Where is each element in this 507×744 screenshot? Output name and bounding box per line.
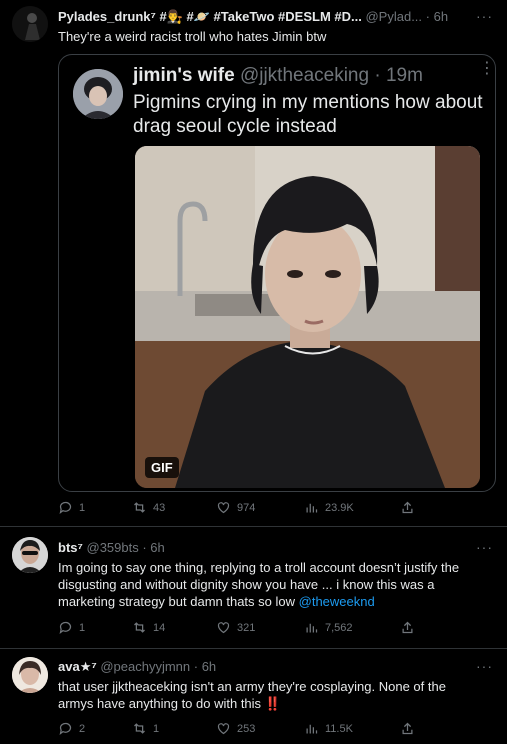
views-button[interactable]: 23.9K <box>304 500 354 515</box>
reply-count: 1 <box>79 501 86 514</box>
tweet-pylades[interactable]: Pylades_drunk⁷ #👨‍⚖️ #🪐 #TakeTwo #DESLM … <box>0 0 507 524</box>
retweet-button[interactable]: 43 <box>132 500 165 515</box>
tweet-text: Im going to say one thing, replying to a… <box>58 559 459 610</box>
retweet-icon <box>134 622 145 633</box>
like-count: 321 <box>237 621 256 634</box>
tweet-header: ava★⁷ @peachyyjmnn · 6h <box>58 659 216 675</box>
tweet-header: Pylades_drunk⁷ #👨‍⚖️ #🪐 #TakeTwo #DESLM … <box>58 9 448 25</box>
share-button[interactable] <box>400 721 415 736</box>
mention-link[interactable]: @theweeknd <box>299 594 375 609</box>
avatar[interactable] <box>12 657 48 693</box>
reply-button[interactable]: 1 <box>58 500 85 515</box>
tweet-text-line: Im going to say one thing, replying to a… <box>58 560 460 575</box>
avatar-portrait-icon <box>12 657 48 693</box>
tweet-text-line: disgusting and without dignity show you … <box>58 577 435 592</box>
handle[interactable]: @peachyyjmnn <box>100 659 190 674</box>
quoted-display-name[interactable]: jimin's wife <box>133 65 235 86</box>
tweet-ava[interactable]: ava★⁷ @peachyyjmnn · 6h ··· that user jj… <box>0 649 507 744</box>
heart-icon <box>217 622 230 634</box>
gif-badge: GIF <box>145 457 179 478</box>
tweet-bts[interactable]: bts⁷ @359bts · 6h ··· Im going to say on… <box>0 527 507 647</box>
tweet-text-segment: armys have anything to do with this <box>58 696 262 711</box>
heart-icon <box>217 723 230 735</box>
retweet-icon <box>134 502 145 513</box>
tweet-header: bts⁷ @359bts · 6h <box>58 540 165 555</box>
tweet-text: They're a weird racist troll who hates J… <box>58 29 327 44</box>
tweet-text-line: that user jjktheaceking isn't an army th… <box>58 679 446 694</box>
retweet-button[interactable]: 14 <box>132 620 165 635</box>
reply-button[interactable]: 2 <box>58 721 85 736</box>
tweet-text: that user jjktheaceking isn't an army th… <box>58 678 446 712</box>
avatar[interactable] <box>12 6 48 42</box>
views-button[interactable]: 11.5K <box>304 721 353 736</box>
tweet-text-segment: marketing strategy but damn thats so low <box>58 594 296 609</box>
view-count: 23.9K <box>325 501 354 514</box>
views-button[interactable]: 7,562 <box>304 620 353 635</box>
more-options-icon[interactable]: ··· <box>476 8 493 24</box>
like-button[interactable]: 253 <box>216 721 255 736</box>
quoted-header: jimin's wife @jjktheaceking · 19m <box>133 65 423 87</box>
share-icon <box>402 501 413 514</box>
more-options-icon[interactable]: ··· <box>476 658 493 674</box>
quoted-timestamp[interactable]: · 19m <box>374 65 423 86</box>
quoted-text-line: Pigmins crying in my mentions how about <box>133 92 483 113</box>
quoted-handle[interactable]: @jjktheaceking <box>240 65 369 86</box>
like-button[interactable]: 321 <box>216 620 255 635</box>
like-count: 974 <box>237 501 256 514</box>
views-chart-icon <box>306 503 318 513</box>
like-count: 253 <box>237 722 256 735</box>
gif-media[interactable]: GIF <box>135 146 480 488</box>
quoted-text: Pigmins crying in my mentions how about … <box>133 91 483 139</box>
reply-count: 2 <box>79 722 86 735</box>
reply-count: 1 <box>79 621 86 634</box>
reply-icon <box>59 501 72 514</box>
share-icon <box>402 621 413 634</box>
tweet-text-line: armys have anything to do with this ‼️ <box>58 695 446 712</box>
view-count: 11.5K <box>325 722 353 735</box>
reply-button[interactable]: 1 <box>58 620 85 635</box>
handle[interactable]: @359bts <box>87 540 139 555</box>
quoted-more-options-icon[interactable]: ⋮ <box>479 61 495 77</box>
reply-icon <box>59 621 72 634</box>
tweet-text-line: marketing strategy but damn thats so low… <box>58 593 459 610</box>
timestamp[interactable]: · 6h <box>426 9 448 24</box>
share-icon <box>402 722 413 735</box>
share-button[interactable] <box>400 500 415 515</box>
retweet-button[interactable]: 1 <box>132 721 159 736</box>
tweet-actions: 1 43 974 23.9K <box>58 500 418 518</box>
retweet-count: 1 <box>153 722 160 735</box>
tweet-actions: 2 1 253 11.5K <box>58 721 418 739</box>
view-count: 7,562 <box>325 621 353 634</box>
double-exclamation-emoji: ‼️ <box>264 696 281 711</box>
reply-icon <box>59 722 72 735</box>
more-options-icon[interactable]: ··· <box>476 539 493 555</box>
retweet-icon <box>134 723 145 734</box>
quoted-avatar[interactable] <box>73 69 123 119</box>
views-chart-icon <box>306 724 318 734</box>
retweet-count: 14 <box>153 621 166 634</box>
timestamp[interactable]: · 6h <box>142 540 164 555</box>
share-button[interactable] <box>400 620 415 635</box>
quoted-text-line: drag seoul cycle instead <box>133 116 337 137</box>
display-name[interactable]: bts⁷ <box>58 540 83 555</box>
tweet-actions: 1 14 321 7,562 <box>58 620 418 638</box>
display-name[interactable]: ava★⁷ <box>58 659 97 674</box>
timestamp[interactable]: · 6h <box>194 659 216 674</box>
avatar[interactable] <box>12 537 48 573</box>
retweet-count: 43 <box>153 501 166 514</box>
like-button[interactable]: 974 <box>216 500 255 515</box>
avatar-portrait-icon <box>12 537 48 573</box>
gif-frame-image <box>135 146 480 488</box>
avatar-portrait-icon <box>73 69 123 119</box>
handle[interactable]: @Pylad... <box>365 9 422 24</box>
views-chart-icon <box>306 623 318 633</box>
avatar-figure-icon <box>12 6 48 42</box>
heart-icon <box>217 502 230 514</box>
display-name[interactable]: Pylades_drunk⁷ #👨‍⚖️ #🪐 #TakeTwo #DESLM … <box>58 9 362 24</box>
